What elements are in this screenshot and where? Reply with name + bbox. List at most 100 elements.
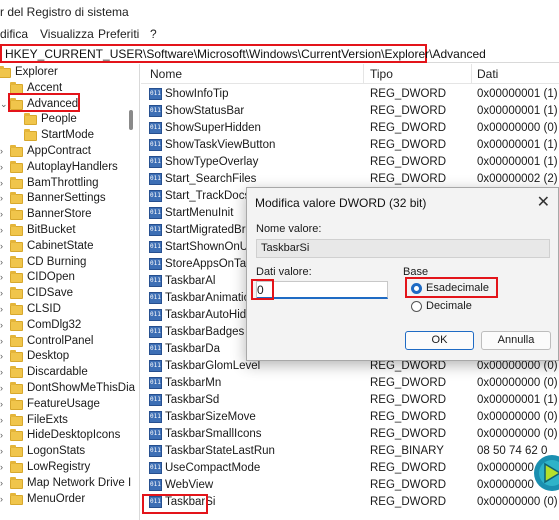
list-item[interactable]: TaskbarSd REG_DWORD 0x00000001 (1) (141, 392, 559, 409)
list-item[interactable]: TaskbarMn REG_DWORD 0x00000000 (0) (141, 375, 559, 392)
tree-item[interactable]: › FileExts (0, 413, 139, 429)
chevron-right-icon[interactable]: › (0, 209, 3, 219)
list-item[interactable]: ShowStatusBar REG_DWORD 0x00000001 (1) (141, 103, 559, 120)
chevron-right-icon[interactable]: › (0, 415, 3, 425)
tree-item-label: CIDOpen (27, 271, 75, 284)
chevron-right-icon[interactable]: › (0, 478, 3, 488)
chevron-right-icon[interactable]: › (0, 383, 3, 393)
column-name-header[interactable]: Nome (150, 67, 182, 81)
tree-item[interactable]: ⌄Explorer (0, 65, 139, 81)
tree-item[interactable]: › BannerStore (0, 207, 139, 223)
list-item[interactable]: ShowTaskViewButton REG_DWORD 0x00000001 (1… (141, 137, 559, 154)
folder-icon (10, 287, 23, 300)
cancel-button[interactable]: Annulla (481, 331, 551, 350)
address-path[interactable]: HKEY_CURRENT_USER\Software\Microsoft\Win… (5, 47, 486, 61)
tree-item[interactable]: StartMode (0, 128, 139, 144)
tree-item[interactable]: › Discardable (0, 365, 139, 381)
tree-item[interactable]: › CLSID (0, 302, 139, 318)
column-separator[interactable] (471, 64, 472, 84)
tree-item[interactable]: › DontShowMeThisDia (0, 381, 139, 397)
chevron-right-icon[interactable]: › (0, 146, 3, 156)
tree-item[interactable]: › Map Network Drive I (0, 476, 139, 492)
folder-icon (10, 192, 23, 205)
chevron-right-icon[interactable]: › (0, 257, 3, 267)
chevron-right-icon[interactable]: › (0, 351, 3, 361)
column-separator[interactable] (363, 64, 364, 84)
list-item[interactable]: WebView REG_DWORD 0x0000000 (141, 477, 559, 494)
tree-item-label: StartMode (41, 129, 95, 142)
column-data-header[interactable]: Dati (477, 67, 498, 81)
chevron-right-icon[interactable]: › (0, 430, 3, 440)
column-type-header[interactable]: Tipo (370, 67, 393, 81)
value-data-highlight[interactable]: 0 (251, 279, 274, 300)
tree-item-label: FileExts (27, 413, 68, 426)
tree-scrollbar[interactable] (129, 110, 133, 130)
dialog-body: Nome valore: TaskbarSi Dati valore: 0 Ba… (247, 218, 558, 360)
menu-item[interactable]: difica (0, 27, 28, 41)
address-highlight[interactable]: HKEY_CURRENT_USER\Software\Microsoft\Win… (0, 44, 486, 63)
tree-item[interactable]: › BitBucket (0, 223, 139, 239)
cell-data: 0x00000000 (0) (477, 411, 558, 423)
chevron-right-icon[interactable]: › (0, 225, 3, 235)
tree-item[interactable]: › CIDSave (0, 286, 139, 302)
list-item[interactable]: TaskbarSmallIcons REG_DWORD 0x00000000 (0) (141, 426, 559, 443)
tree-item[interactable]: › ControlPanel (0, 334, 139, 350)
chevron-right-icon[interactable]: › (0, 399, 3, 409)
tree-item[interactable]: › CabinetState (0, 239, 139, 255)
chevron-right-icon[interactable]: › (0, 320, 3, 330)
folder-icon (10, 145, 23, 157)
tree-item-label: ControlPanel (27, 334, 94, 347)
tree-item[interactable]: › LowRegistry (0, 460, 139, 476)
chevron-right-icon[interactable]: › (0, 241, 3, 251)
tree-item[interactable]: People (0, 112, 139, 128)
value-data-input[interactable] (256, 281, 388, 299)
value-data-text[interactable]: 0 (257, 283, 264, 297)
tree-item[interactable]: › FeatureUsage (0, 397, 139, 413)
chevron-right-icon[interactable]: › (0, 162, 3, 172)
cell-data: 0x00000001 (1) (477, 88, 558, 100)
chevron-right-icon[interactable]: › (0, 494, 3, 504)
chevron-right-icon[interactable]: › (0, 336, 3, 346)
hex-label[interactable]: Esadecimale (426, 282, 489, 294)
hex-radio[interactable] (411, 283, 422, 294)
list-item[interactable]: TaskbarSizeMove REG_DWORD 0x00000000 (0) (141, 409, 559, 426)
chevron-right-icon[interactable]: › (0, 462, 3, 472)
chevron-right-icon[interactable]: › (0, 178, 3, 188)
list-item[interactable]: ShowInfoTip REG_DWORD 0x00000001 (1) (141, 86, 559, 103)
dec-label[interactable]: Decimale (426, 300, 472, 312)
chevron-down-icon[interactable]: ⌄ (0, 99, 8, 110)
tree-item[interactable]: › BannerSettings (0, 191, 139, 207)
chevron-right-icon[interactable]: › (0, 304, 3, 314)
cell-type: REG_BINARY (370, 445, 444, 457)
tree-item[interactable]: › LogonStats (0, 444, 139, 460)
close-icon[interactable]: ✕ (537, 192, 550, 212)
chevron-right-icon[interactable]: › (0, 193, 3, 203)
menu-item[interactable]: ? (150, 27, 157, 41)
dec-radio[interactable] (411, 301, 422, 312)
tree-item[interactable]: › BamThrottling (0, 176, 139, 192)
ok-button[interactable]: OK (405, 331, 474, 350)
chevron-right-icon[interactable]: › (0, 288, 3, 298)
chevron-right-icon[interactable]: › (0, 367, 3, 377)
chevron-right-icon[interactable]: › (0, 446, 3, 456)
tree-item[interactable]: › CD Burning (0, 255, 139, 271)
tree-item[interactable]: › ComDlg32 (0, 318, 139, 334)
registry-value-icon (149, 258, 162, 270)
folder-icon (24, 129, 37, 142)
list-item[interactable]: TaskbarStateLastRunREG_BINARY08 50 74 62… (141, 443, 559, 460)
tree-item[interactable]: › CIDOpen (0, 270, 139, 286)
chevron-right-icon[interactable]: › (0, 272, 3, 282)
tree-item[interactable]: › AutoplayHandlers (0, 160, 139, 176)
cell-name: TaskbarSizeMove (165, 411, 256, 423)
tree-item[interactable]: › MenuOrder (0, 492, 139, 508)
menu-item[interactable]: Visualizza (40, 27, 94, 41)
tree-item[interactable]: › AppContract (0, 144, 139, 160)
list-item[interactable]: ShowTypeOverlay REG_DWORD 0x00000001 (1) (141, 154, 559, 171)
tree-item[interactable]: › HideDesktopIcons (0, 428, 139, 444)
address-bar[interactable]: HKEY_CURRENT_USER\Software\Microsoft\Win… (0, 44, 559, 63)
list-item[interactable]: ShowSuperHidden REG_DWORD 0x00000000 (0) (141, 120, 559, 137)
list-item[interactable]: Start_SearchFiles REG_DWORD 0x00000002 (2) (141, 171, 559, 188)
list-item[interactable]: UseCompactMode REG_DWORD 0x0000000 (141, 460, 559, 477)
tree-item[interactable]: › Desktop (0, 349, 139, 365)
menu-item[interactable]: Preferiti (98, 27, 139, 41)
